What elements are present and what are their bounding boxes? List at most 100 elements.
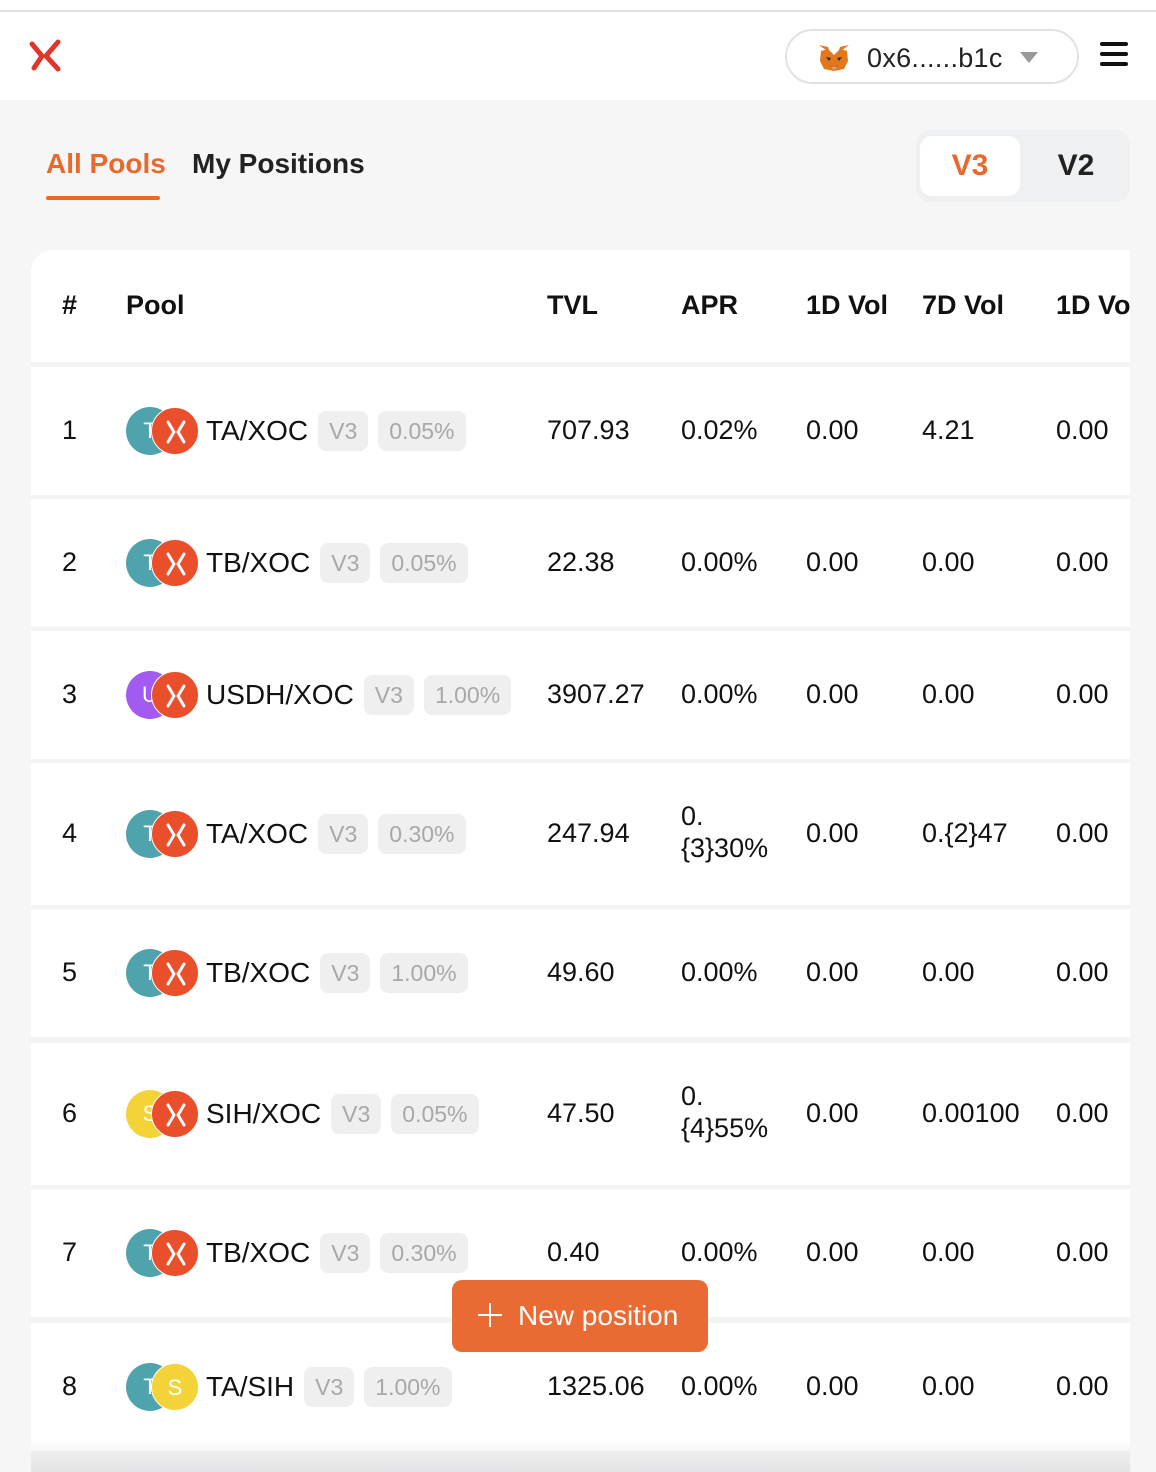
version-badge: V3	[304, 1367, 355, 1407]
apr-value: 0.00%	[681, 957, 758, 987]
tab-all-pools[interactable]: All Pools	[46, 148, 166, 180]
fee-badge: 1.00%	[380, 953, 468, 993]
active-tab-indicator	[46, 196, 160, 200]
tvl-value: 3907.27	[547, 679, 645, 709]
column-header-tvl[interactable]: TVL	[547, 290, 598, 321]
pool-name[interactable]: TB/XOC V3 1.00%	[206, 953, 468, 993]
wallet-address: 0x6......b1c	[867, 43, 1003, 73]
column-header-1d-vol-extra[interactable]: 1D Vo	[1056, 290, 1130, 321]
vol-1d-value: 0.00	[806, 679, 859, 709]
wallet-button[interactable]: 0x6......b1c	[785, 29, 1079, 84]
row-index: 4	[62, 818, 78, 848]
version-v2-button[interactable]: V2	[1026, 136, 1126, 196]
vol-1d-extra-value: 0.00	[1056, 547, 1109, 577]
row-index: 8	[62, 1371, 78, 1401]
apr-value: 0.00%	[681, 1237, 758, 1267]
version-v3-button[interactable]: V3	[920, 136, 1020, 196]
xoc-token-icon	[151, 539, 199, 587]
vol-1d-extra-value: 0.00	[1056, 1098, 1109, 1128]
tvl-value: 1325.06	[547, 1371, 645, 1401]
token-pair-icons: T	[126, 949, 200, 999]
vol-7d-value: 0.00	[922, 679, 975, 709]
vol-7d-value: 0.00100	[922, 1098, 1020, 1128]
column-header-pool[interactable]: Pool	[126, 290, 185, 321]
row-index: 1	[62, 415, 78, 445]
xoc-token-icon	[151, 1090, 199, 1138]
pool-name[interactable]: TB/XOC V3 0.05%	[206, 543, 468, 583]
apr-value: 0.02%	[681, 415, 758, 445]
version-badge: V3	[320, 953, 371, 993]
new-position-button[interactable]: New position	[452, 1280, 708, 1352]
xoc-token-icon	[151, 671, 199, 719]
table-row[interactable]: 6 S SIH/XOC V3 0.05% 47.50 0. {4}55% 0.00 0.00100…	[31, 1043, 1130, 1185]
pool-name[interactable]: SIH/XOC V3 0.05%	[206, 1094, 479, 1134]
pool-pair-label: TB/XOC	[206, 1237, 311, 1268]
xoc-token-icon	[151, 1229, 199, 1277]
apr-value: 0.00%	[681, 679, 758, 709]
table-row[interactable]: 2 T TB/XOC V3 0.05% 22.38 0.00% 0.00 0.00 0.00	[31, 499, 1130, 627]
vol-1d-extra-value: 0.00	[1056, 1237, 1109, 1267]
row-index: 7	[62, 1237, 78, 1267]
apr-value: 0. {3}30%	[681, 801, 769, 863]
tab-my-positions[interactable]: My Positions	[192, 148, 365, 180]
app-header: 0x6......b1c	[0, 12, 1156, 100]
tvl-value: 47.50	[547, 1098, 615, 1128]
vol-1d-value: 0.00	[806, 547, 859, 577]
xoc-token-icon	[151, 949, 199, 997]
vol-1d-extra-value: 0.00	[1056, 679, 1109, 709]
brand-x-logo[interactable]	[28, 38, 62, 74]
new-position-label: New position	[518, 1300, 679, 1331]
table-row[interactable]: 5 T TB/XOC V3 1.00% 49.60 0.00% 0.00 0.00 0.00	[31, 909, 1130, 1037]
table-row[interactable]: 4 T TA/XOC V3 0.30% 247.94 0. {3}30% 0.00 0.{2}47…	[31, 763, 1130, 905]
plus-icon	[478, 1303, 502, 1327]
pool-name[interactable]: TA/SIH V3 1.00%	[206, 1367, 452, 1407]
chevron-down-icon	[1020, 52, 1038, 63]
pool-name[interactable]: USDH/XOC V3 1.00%	[206, 675, 512, 715]
fee-badge: 0.05%	[380, 543, 468, 583]
pool-pair-label: TB/XOC	[206, 957, 311, 988]
tvl-value: 22.38	[547, 547, 615, 577]
pool-name[interactable]: TA/XOC V3 0.05%	[206, 411, 466, 451]
column-header-apr[interactable]: APR	[681, 290, 738, 321]
column-header-index: #	[62, 290, 78, 320]
pool-name[interactable]: TB/XOC V3 0.30%	[206, 1233, 468, 1273]
xoc-token-icon	[151, 810, 199, 858]
version-badge: V3	[320, 1233, 371, 1273]
metamask-fox-icon	[819, 45, 849, 71]
token-pair-icons: S	[126, 1090, 200, 1140]
tvl-value: 49.60	[547, 957, 615, 987]
token-pair-icons: U	[126, 671, 200, 721]
pool-pair-label: SIH/XOC	[206, 1098, 322, 1129]
row-index: 6	[62, 1098, 78, 1128]
version-badge: V3	[363, 675, 414, 715]
apr-value: 0.00%	[681, 547, 758, 577]
token-b-icon: S	[151, 1363, 199, 1411]
token-pair-icons: T	[126, 539, 200, 589]
row-index: 5	[62, 957, 78, 987]
version-badge: V3	[320, 543, 371, 583]
row-index: 3	[62, 679, 78, 709]
vol-1d-value: 0.00	[806, 1371, 859, 1401]
vol-1d-value: 0.00	[806, 818, 859, 848]
fee-badge: 0.30%	[378, 814, 466, 854]
top-border	[0, 0, 1156, 12]
vol-1d-extra-value: 0.00	[1056, 957, 1109, 987]
pool-name[interactable]: TA/XOC V3 0.30%	[206, 814, 466, 854]
vol-1d-extra-value: 0.00	[1056, 818, 1109, 848]
column-header-7d-vol[interactable]: 7D Vol	[922, 290, 1004, 321]
vol-1d-value: 0.00	[806, 957, 859, 987]
table-row[interactable]: 1 T TA/XOC V3 0.05% 707.93 0.02% 0.00 4.21 0.00	[31, 367, 1130, 495]
vol-7d-value: 0.00	[922, 1237, 975, 1267]
version-toggle: V3 V2	[916, 130, 1130, 202]
column-header-1d-vol[interactable]: 1D Vol	[806, 290, 888, 321]
fee-badge: 0.05%	[391, 1094, 479, 1134]
scroll-fade	[31, 1440, 1130, 1472]
token-pair-icons: T	[126, 407, 200, 457]
hamburger-menu-icon[interactable]	[1100, 42, 1130, 68]
tvl-value: 0.40	[547, 1237, 600, 1267]
vol-7d-value: 0.{2}47	[922, 818, 1008, 848]
fee-badge: 1.00%	[364, 1367, 452, 1407]
pool-pair-label: USDH/XOC	[206, 679, 354, 710]
version-badge: V3	[318, 814, 369, 854]
table-row[interactable]: 3 U USDH/XOC V3 1.00% 3907.27 0.00% 0.00 0.00 0.0…	[31, 631, 1130, 759]
